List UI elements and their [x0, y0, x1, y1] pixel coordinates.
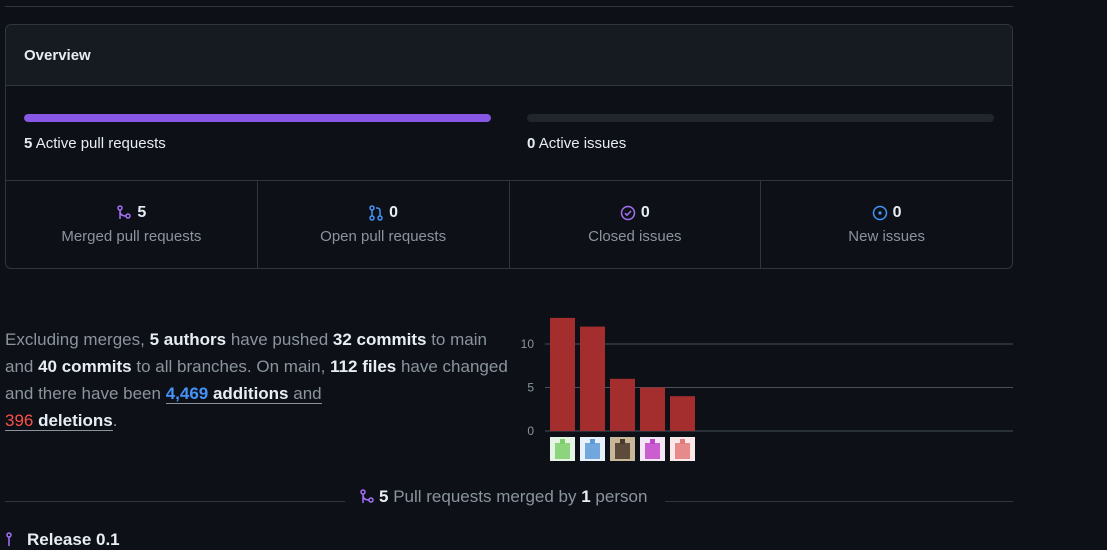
- active-prs-count: 5: [24, 135, 33, 152]
- summary-text: .: [112, 411, 118, 430]
- deletions-count: 396: [5, 411, 34, 430]
- release-label: Release 0.1: [27, 530, 120, 549]
- stat-open-prs[interactable]: 0 Open pull requests: [258, 181, 510, 268]
- activity-bars: 5 Active pull requests 0 Active issues: [6, 86, 1012, 181]
- summary-text: to all branches. On main,: [131, 357, 331, 376]
- stats-row: 5 Merged pull requests 0 Open pull reque…: [6, 181, 1012, 268]
- deletions-word: deletions: [33, 411, 113, 430]
- overview-title: Overview: [24, 46, 91, 64]
- commit-summary: Excluding merges, 5 authors have pushed …: [5, 326, 510, 434]
- open-prs-label: Open pull requests: [320, 228, 447, 245]
- divider-left: [5, 501, 345, 502]
- merged-pr-icon: [360, 489, 374, 503]
- active-prs-label[interactable]: 5 Active pull requests: [24, 135, 491, 152]
- files-changed: 112 files: [330, 357, 397, 376]
- y-tick-label: 0: [527, 424, 534, 438]
- merged-pr-footer: 5 Pull requests merged by 1 person: [5, 484, 1013, 510]
- merged-text: Pull requests merged by: [388, 487, 582, 506]
- bar[interactable]: [610, 378, 635, 431]
- merged-people: 1: [581, 487, 591, 506]
- main-commits: 32 commits: [332, 330, 427, 349]
- y-tick-label: 5: [527, 381, 534, 395]
- stat-closed-issues[interactable]: 0 Closed issues: [510, 181, 762, 268]
- merged-prs-value: 5: [137, 204, 147, 221]
- merged-pr-icon: [117, 205, 132, 219]
- deletions-link[interactable]: 396 deletions: [5, 411, 113, 431]
- active-issues-count: 0: [527, 135, 536, 152]
- additions-word: additions: [208, 384, 289, 403]
- commits-bar-chart: 0 5 10: [521, 317, 1013, 461]
- active-prs-block[interactable]: 5 Active pull requests: [24, 114, 491, 152]
- active-issues-text: Active issues: [538, 135, 627, 152]
- authors-count: 5 authors: [149, 330, 227, 349]
- merged-pr-icon: [6, 532, 12, 546]
- overview-header: Overview: [6, 25, 1012, 86]
- bar[interactable]: [580, 326, 605, 431]
- overview-panel: Overview 5 Active pull requests 0 Active…: [5, 24, 1013, 269]
- additions-count: 4,469: [165, 384, 209, 403]
- new-issues-label: New issues: [848, 228, 925, 245]
- top-divider: [5, 6, 1013, 7]
- stat-merged-prs[interactable]: 5 Merged pull requests: [6, 181, 258, 268]
- author-avatar[interactable]: [670, 437, 695, 461]
- merged-summary[interactable]: 5 Pull requests merged by 1 person: [359, 487, 647, 507]
- active-issues-label[interactable]: 0 Active issues: [527, 135, 994, 152]
- divider-right: [665, 501, 1013, 502]
- merged-prs-label: Merged pull requests: [61, 228, 202, 245]
- open-pr-icon: [369, 205, 383, 221]
- summary-text: Excluding merges,: [5, 330, 150, 349]
- author-avatar[interactable]: [640, 437, 665, 461]
- all-commits: 40 commits: [38, 357, 132, 376]
- new-issues-value: 0: [892, 204, 902, 221]
- bar[interactable]: [550, 317, 575, 431]
- closed-issues-label: Closed issues: [588, 228, 682, 245]
- author-avatar[interactable]: [580, 437, 605, 461]
- y-tick-label: 10: [521, 337, 535, 351]
- active-issues-block[interactable]: 0 Active issues: [527, 114, 994, 152]
- summary-text: and: [288, 384, 322, 403]
- release-item[interactable]: Release 0.1: [5, 530, 120, 550]
- active-prs-track: [24, 114, 491, 122]
- closed-issues-value: 0: [640, 204, 650, 221]
- active-prs-text-value: Active pull requests: [35, 135, 166, 152]
- open-prs-value: 0: [389, 204, 399, 221]
- active-issues-track: [527, 114, 994, 122]
- stat-new-issues[interactable]: 0 New issues: [761, 181, 1012, 268]
- additions-link[interactable]: 4,469 additions and: [165, 384, 322, 404]
- merged-suffix: person: [590, 487, 648, 506]
- author-avatar[interactable]: [610, 437, 635, 461]
- closed-issue-icon: [620, 205, 636, 221]
- author-avatar[interactable]: [550, 437, 575, 461]
- new-issue-icon: [872, 205, 887, 221]
- active-prs-fill: [24, 114, 491, 122]
- bar[interactable]: [670, 396, 695, 431]
- summary-text: have pushed: [226, 330, 333, 349]
- bar[interactable]: [640, 387, 665, 432]
